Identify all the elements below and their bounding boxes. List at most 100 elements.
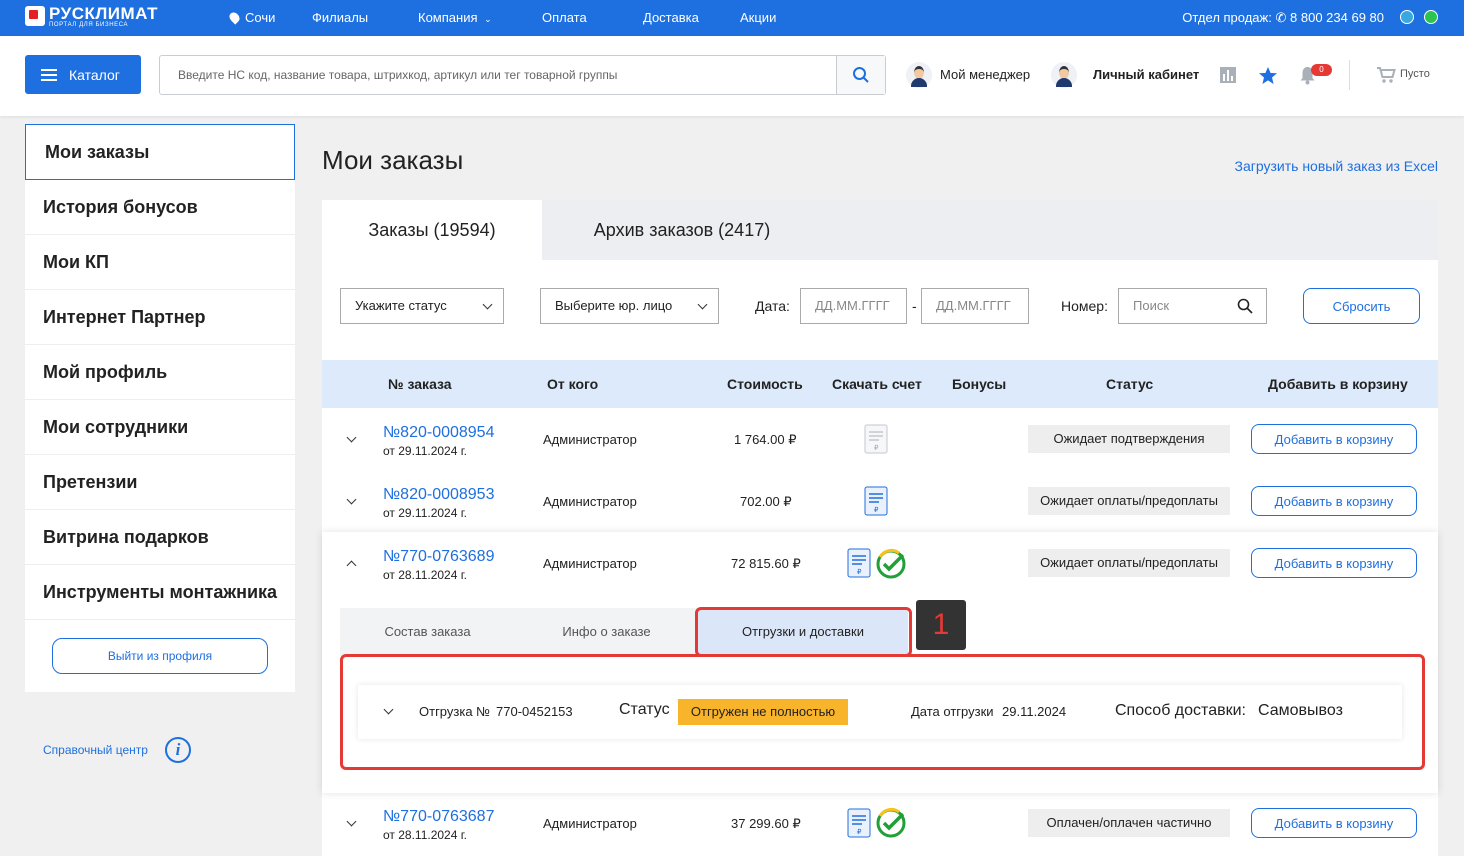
order-date: от 29.11.2024 г. xyxy=(383,506,467,520)
invoice-download-icon[interactable]: ₽ xyxy=(847,548,871,578)
cart-icon[interactable] xyxy=(1376,66,1396,84)
chevron-down-icon[interactable] xyxy=(346,494,357,505)
date-from-input[interactable]: ДД.ММ.ГГГГ xyxy=(800,288,907,324)
sales-department: Отдел продаж: ✆ 8 800 234 69 80 xyxy=(1182,10,1384,26)
status-badge: Ожидает оплаты/предоплаты xyxy=(1028,549,1230,577)
order-number-link[interactable]: №770-0763687 xyxy=(383,808,494,826)
header: Каталог Мой менеджер Личный кабинет 0 Пу… xyxy=(0,36,1464,116)
sidebar-item-gift-showcase[interactable]: Витрина подарков xyxy=(25,510,295,565)
tab-archive[interactable]: Архив заказов (2417) xyxy=(542,200,822,260)
logo-subtitle: ПОРТАЛ ДЛЯ БИЗНЕСА xyxy=(49,22,129,28)
col-status: Статус xyxy=(1106,376,1154,392)
date-to-input[interactable]: ДД.ММ.ГГГГ xyxy=(921,288,1029,324)
search-button[interactable] xyxy=(836,56,885,94)
order-number-link[interactable]: №820-0008954 xyxy=(383,424,494,442)
phone-icon: ✆ xyxy=(1275,10,1287,25)
order-from: Администратор xyxy=(543,432,637,447)
number-search-input[interactable]: Поиск xyxy=(1118,288,1267,324)
invoice-icon: ₽ xyxy=(864,424,888,454)
tab-orders[interactable]: Заказы (19594) xyxy=(322,200,542,260)
order-cost: 37 299.60 ₽ xyxy=(731,816,801,831)
nav-branches[interactable]: Филиалы xyxy=(312,10,368,25)
logout-button[interactable]: Выйти из профиля xyxy=(52,638,268,674)
status-badge: Оплачен/оплачен частично xyxy=(1028,809,1230,837)
order-cost: 72 815.60 ₽ xyxy=(731,556,801,571)
nav-payment[interactable]: Оплата xyxy=(542,10,587,25)
col-order-number: № заказа xyxy=(388,376,452,392)
logo[interactable]: РУСКЛИМАТ ПОРТАЛ ДЛЯ БИЗНЕСА xyxy=(25,5,158,28)
order-date: от 28.11.2024 г. xyxy=(383,828,467,842)
chevron-up-icon[interactable] xyxy=(346,560,357,571)
compare-chart-icon[interactable] xyxy=(1219,66,1237,84)
date-separator: - xyxy=(912,298,917,314)
chevron-down-icon[interactable] xyxy=(346,432,357,443)
table-header: № заказа От кого Стоимость Скачать счет … xyxy=(322,360,1438,408)
add-to-cart-button[interactable]: Добавить в корзину xyxy=(1251,486,1417,516)
col-bonuses: Бонусы xyxy=(952,376,1007,392)
sidebar-item-claims[interactable]: Претензии xyxy=(25,455,295,510)
highlight-frame xyxy=(695,607,912,657)
tab-order-contents[interactable]: Состав заказа xyxy=(340,608,515,656)
table-row: №770-0763687 от 28.11.2024 г. Администра… xyxy=(322,794,1438,856)
col-from: От кого xyxy=(547,376,599,392)
notification-count: 0 xyxy=(1311,64,1332,76)
invoice-download-icon[interactable]: ₽ xyxy=(847,808,871,838)
sidebar-item-installer-tools[interactable]: Инструменты монтажника xyxy=(25,565,295,620)
orders-panel: Заказы (19594) Архив заказов (2417) Укаж… xyxy=(322,200,1438,856)
sidebar-item-my-kp[interactable]: Мои КП xyxy=(25,235,295,290)
sidebar-item-bonus-history[interactable]: История бонусов xyxy=(25,180,295,235)
catalog-button[interactable]: Каталог xyxy=(25,55,141,94)
city-selector[interactable]: Сочи xyxy=(227,10,275,25)
upload-excel-link[interactable]: Загрузить новый заказ из Excel xyxy=(1235,158,1438,174)
sidebar-item-my-orders[interactable]: Мои заказы xyxy=(25,124,295,180)
favorites-star-icon[interactable] xyxy=(1258,66,1278,85)
add-to-cart-button[interactable]: Добавить в корзину xyxy=(1251,424,1417,454)
chevron-down-icon xyxy=(482,299,493,310)
orders-tabs: Заказы (19594) Архив заказов (2417) xyxy=(322,200,1438,260)
svg-text:₽: ₽ xyxy=(874,444,879,452)
order-from: Администратор xyxy=(543,556,637,571)
tab-order-info[interactable]: Инфо о заказе xyxy=(515,608,698,656)
add-to-cart-button[interactable]: Добавить в корзину xyxy=(1251,548,1417,578)
chevron-down-icon[interactable] xyxy=(346,816,357,827)
cart-status[interactable]: Пусто xyxy=(1400,68,1430,80)
svg-text:₽: ₽ xyxy=(857,568,862,576)
cabinet-avatar[interactable] xyxy=(1051,62,1077,88)
manager-avatar[interactable] xyxy=(906,62,932,88)
order-date: от 28.11.2024 г. xyxy=(383,568,467,582)
search-input[interactable] xyxy=(161,57,835,93)
entity-select[interactable]: Выберите юр. лицо xyxy=(540,288,719,324)
highlight-frame xyxy=(340,654,1425,770)
sales-label: Отдел продаж: xyxy=(1182,10,1272,25)
entity-select-value: Выберите юр. лицо xyxy=(555,298,673,313)
sber-payment-icon[interactable] xyxy=(875,807,907,839)
table-row: №820-0008954 от 29.11.2024 г. Администра… xyxy=(322,408,1438,470)
sidebar-item-internet-partner[interactable]: Интернет Партнер xyxy=(25,290,295,345)
status-select[interactable]: Укажите статус xyxy=(340,288,504,324)
order-from: Администратор xyxy=(543,494,637,509)
personal-cabinet-link[interactable]: Личный кабинет xyxy=(1093,67,1199,82)
help-center-link[interactable]: Справочный центр xyxy=(43,743,148,757)
sidebar-item-my-profile[interactable]: Мой профиль xyxy=(25,345,295,400)
nav-company[interactable]: Компания ⌄ xyxy=(418,10,492,25)
chevron-down-icon xyxy=(697,299,708,310)
info-icon[interactable]: i xyxy=(165,737,191,763)
sales-phone[interactable]: 8 800 234 69 80 xyxy=(1290,10,1384,25)
nav-promotions[interactable]: Акции xyxy=(740,10,776,25)
telegram-icon[interactable] xyxy=(1400,10,1414,24)
search-icon[interactable] xyxy=(1237,298,1253,314)
nav-delivery[interactable]: Доставка xyxy=(643,10,699,25)
sber-payment-icon[interactable] xyxy=(875,548,907,580)
order-number-link[interactable]: №820-0008953 xyxy=(383,486,494,504)
add-to-cart-button[interactable]: Добавить в корзину xyxy=(1251,808,1417,838)
chevron-down-icon: ⌄ xyxy=(484,14,492,24)
location-pin-icon xyxy=(227,10,242,25)
invoice-download-icon[interactable]: ₽ xyxy=(864,486,888,516)
order-cost: 1 764.00 ₽ xyxy=(734,432,797,447)
reset-button[interactable]: Сбросить xyxy=(1303,288,1420,324)
my-manager-link[interactable]: Мой менеджер xyxy=(940,67,1030,82)
order-number-link[interactable]: №770-0763689 xyxy=(383,548,494,566)
sidebar-item-my-employees[interactable]: Мои сотрудники xyxy=(25,400,295,455)
order-date: от 29.11.2024 г. xyxy=(383,444,467,458)
whatsapp-icon[interactable] xyxy=(1424,10,1438,24)
